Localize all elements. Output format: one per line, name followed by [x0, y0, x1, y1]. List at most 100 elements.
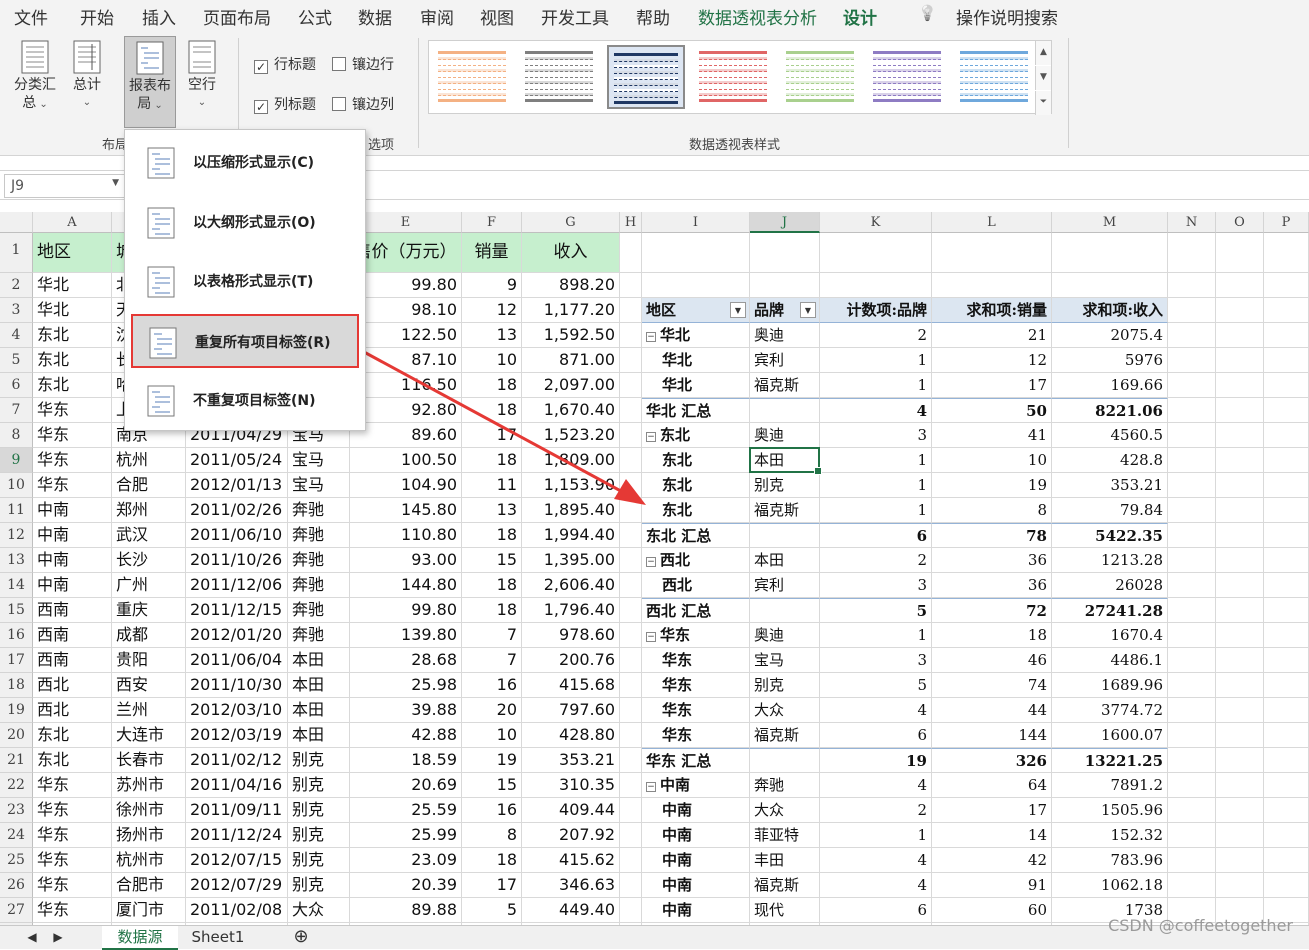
source-cell[interactable]: 华东	[33, 398, 112, 423]
source-cell[interactable]: 18	[462, 448, 522, 473]
source-cell[interactable]: 奔驰	[288, 498, 350, 523]
source-cell[interactable]: 12	[462, 298, 522, 323]
source-cell[interactable]: 797.60	[522, 698, 620, 723]
gallery-up-icon[interactable]: ▲	[1035, 41, 1051, 65]
pivot-value-cell[interactable]: 奥迪	[750, 323, 820, 348]
grid-cell[interactable]	[1168, 423, 1216, 448]
source-cell[interactable]: 20	[462, 698, 522, 723]
pivot-region-cell[interactable]: − 西北	[642, 548, 750, 573]
source-cell[interactable]: 5	[462, 898, 522, 923]
collapse-icon[interactable]: −	[646, 782, 656, 792]
source-cell[interactable]: 2011/10/26	[186, 548, 288, 573]
pivot-value-cell[interactable]: 2	[820, 323, 932, 348]
source-cell[interactable]: 1,670.40	[522, 398, 620, 423]
source-cell[interactable]: 2011/06/04	[186, 648, 288, 673]
grid-cell[interactable]	[1216, 623, 1264, 648]
pivot-region-cell[interactable]: 华东 汇总	[642, 748, 750, 773]
pivot-value-cell[interactable]: 本田	[750, 548, 820, 573]
pivot-value-cell[interactable]: 奔驰	[750, 773, 820, 798]
source-cell[interactable]: 25.59	[350, 798, 462, 823]
pivot-value-cell[interactable]: 7891.2	[1052, 773, 1168, 798]
source-cell[interactable]: 28.68	[350, 648, 462, 673]
source-cell[interactable]: 1,796.40	[522, 598, 620, 623]
grid-cell[interactable]	[1168, 623, 1216, 648]
source-cell[interactable]: 2012/01/20	[186, 623, 288, 648]
pivot-value-cell[interactable]: 现代	[750, 898, 820, 923]
source-cell[interactable]: 18	[462, 398, 522, 423]
pivot-style-option[interactable]	[781, 45, 859, 109]
source-cell[interactable]: 成都	[112, 623, 186, 648]
source-cell[interactable]: 144.80	[350, 573, 462, 598]
row-header[interactable]: 12	[0, 523, 33, 548]
pivot-region-cell[interactable]: 东北	[642, 498, 750, 523]
grid-cell[interactable]	[1216, 873, 1264, 898]
pivot-value-cell[interactable]: 1505.96	[1052, 798, 1168, 823]
source-cell[interactable]: 长沙	[112, 548, 186, 573]
pivot-region-cell[interactable]: 华东	[642, 698, 750, 723]
grid-cell[interactable]	[620, 448, 642, 473]
source-cell[interactable]: 2012/03/10	[186, 698, 288, 723]
source-cell[interactable]: 145.80	[350, 498, 462, 523]
grid-cell[interactable]	[1264, 848, 1309, 873]
grand-total-button[interactable]: 总计 ⌄	[66, 36, 108, 128]
pivot-value-cell[interactable]: 宾利	[750, 573, 820, 598]
pivot-value-cell[interactable]: 6	[820, 898, 932, 923]
source-cell[interactable]: 353.21	[522, 748, 620, 773]
pivot-header[interactable]: 计数项:品牌	[820, 298, 932, 323]
source-cell[interactable]: 西北	[33, 673, 112, 698]
pivot-value-cell[interactable]: 4486.1	[1052, 648, 1168, 673]
pivot-value-cell[interactable]: 3	[820, 573, 932, 598]
pivot-value-cell[interactable]: 26028	[1052, 573, 1168, 598]
pivot-value-cell[interactable]: 4	[820, 848, 932, 873]
source-cell[interactable]: 15	[462, 773, 522, 798]
pivot-value-cell[interactable]: 144	[932, 723, 1052, 748]
grid-cell[interactable]	[1168, 648, 1216, 673]
grid-cell[interactable]	[1168, 723, 1216, 748]
menu-tab-7[interactable]: 视图	[480, 4, 514, 29]
source-cell[interactable]: 中南	[33, 548, 112, 573]
source-cell[interactable]: 42.88	[350, 723, 462, 748]
col-headers-checkbox[interactable]: ✓ 列标题	[254, 94, 316, 114]
grid-cell[interactable]	[1168, 498, 1216, 523]
pivot-region-cell[interactable]: 华东	[642, 648, 750, 673]
grid-cell[interactable]	[620, 698, 642, 723]
source-cell[interactable]: 本田	[288, 673, 350, 698]
source-cell[interactable]: 贵阳	[112, 648, 186, 673]
grid-cell[interactable]	[1216, 473, 1264, 498]
pivot-value-cell[interactable]: 福克斯	[750, 498, 820, 523]
pivot-value-cell[interactable]: 6	[820, 523, 932, 548]
source-cell[interactable]: 2011/12/06	[186, 573, 288, 598]
grid-cell[interactable]	[1264, 748, 1309, 773]
grid-cell[interactable]	[1264, 298, 1309, 323]
pivot-value-cell[interactable]: 17	[932, 373, 1052, 398]
source-cell[interactable]: 西北	[33, 698, 112, 723]
pivot-value-cell[interactable]: 72	[932, 598, 1052, 623]
grid-cell[interactable]	[1216, 498, 1264, 523]
source-cell[interactable]: 2012/03/19	[186, 723, 288, 748]
source-cell[interactable]: 15	[462, 548, 522, 573]
pivot-value-cell[interactable]: 1	[820, 473, 932, 498]
grid-cell[interactable]	[1264, 648, 1309, 673]
source-cell[interactable]: 2011/10/30	[186, 673, 288, 698]
pivot-value-cell[interactable]: 1	[820, 823, 932, 848]
grid-cell[interactable]	[620, 573, 642, 598]
source-cell[interactable]: 杭州市	[112, 848, 186, 873]
pivot-value-cell[interactable]: 宝马	[750, 648, 820, 673]
pivot-value-cell[interactable]: 1	[820, 348, 932, 373]
pivot-value-cell[interactable]: 2075.4	[1052, 323, 1168, 348]
column-header[interactable]: F	[462, 212, 522, 233]
source-cell[interactable]: 16	[462, 673, 522, 698]
pivot-value-cell[interactable]: 1670.4	[1052, 623, 1168, 648]
pivot-value-cell[interactable]	[750, 523, 820, 548]
grid-cell[interactable]	[620, 798, 642, 823]
grid-cell[interactable]	[1216, 723, 1264, 748]
pivot-region-cell[interactable]: 中南	[642, 898, 750, 923]
grid-cell[interactable]	[620, 848, 642, 873]
source-cell[interactable]: 428.80	[522, 723, 620, 748]
grid-cell[interactable]	[1168, 548, 1216, 573]
grid-cell[interactable]	[1052, 233, 1168, 273]
pivot-value-cell[interactable]: 本田	[750, 448, 820, 473]
row-header[interactable]: 11	[0, 498, 33, 523]
source-cell[interactable]: 7	[462, 648, 522, 673]
next-sheet-icon[interactable]: ▶	[48, 926, 68, 950]
